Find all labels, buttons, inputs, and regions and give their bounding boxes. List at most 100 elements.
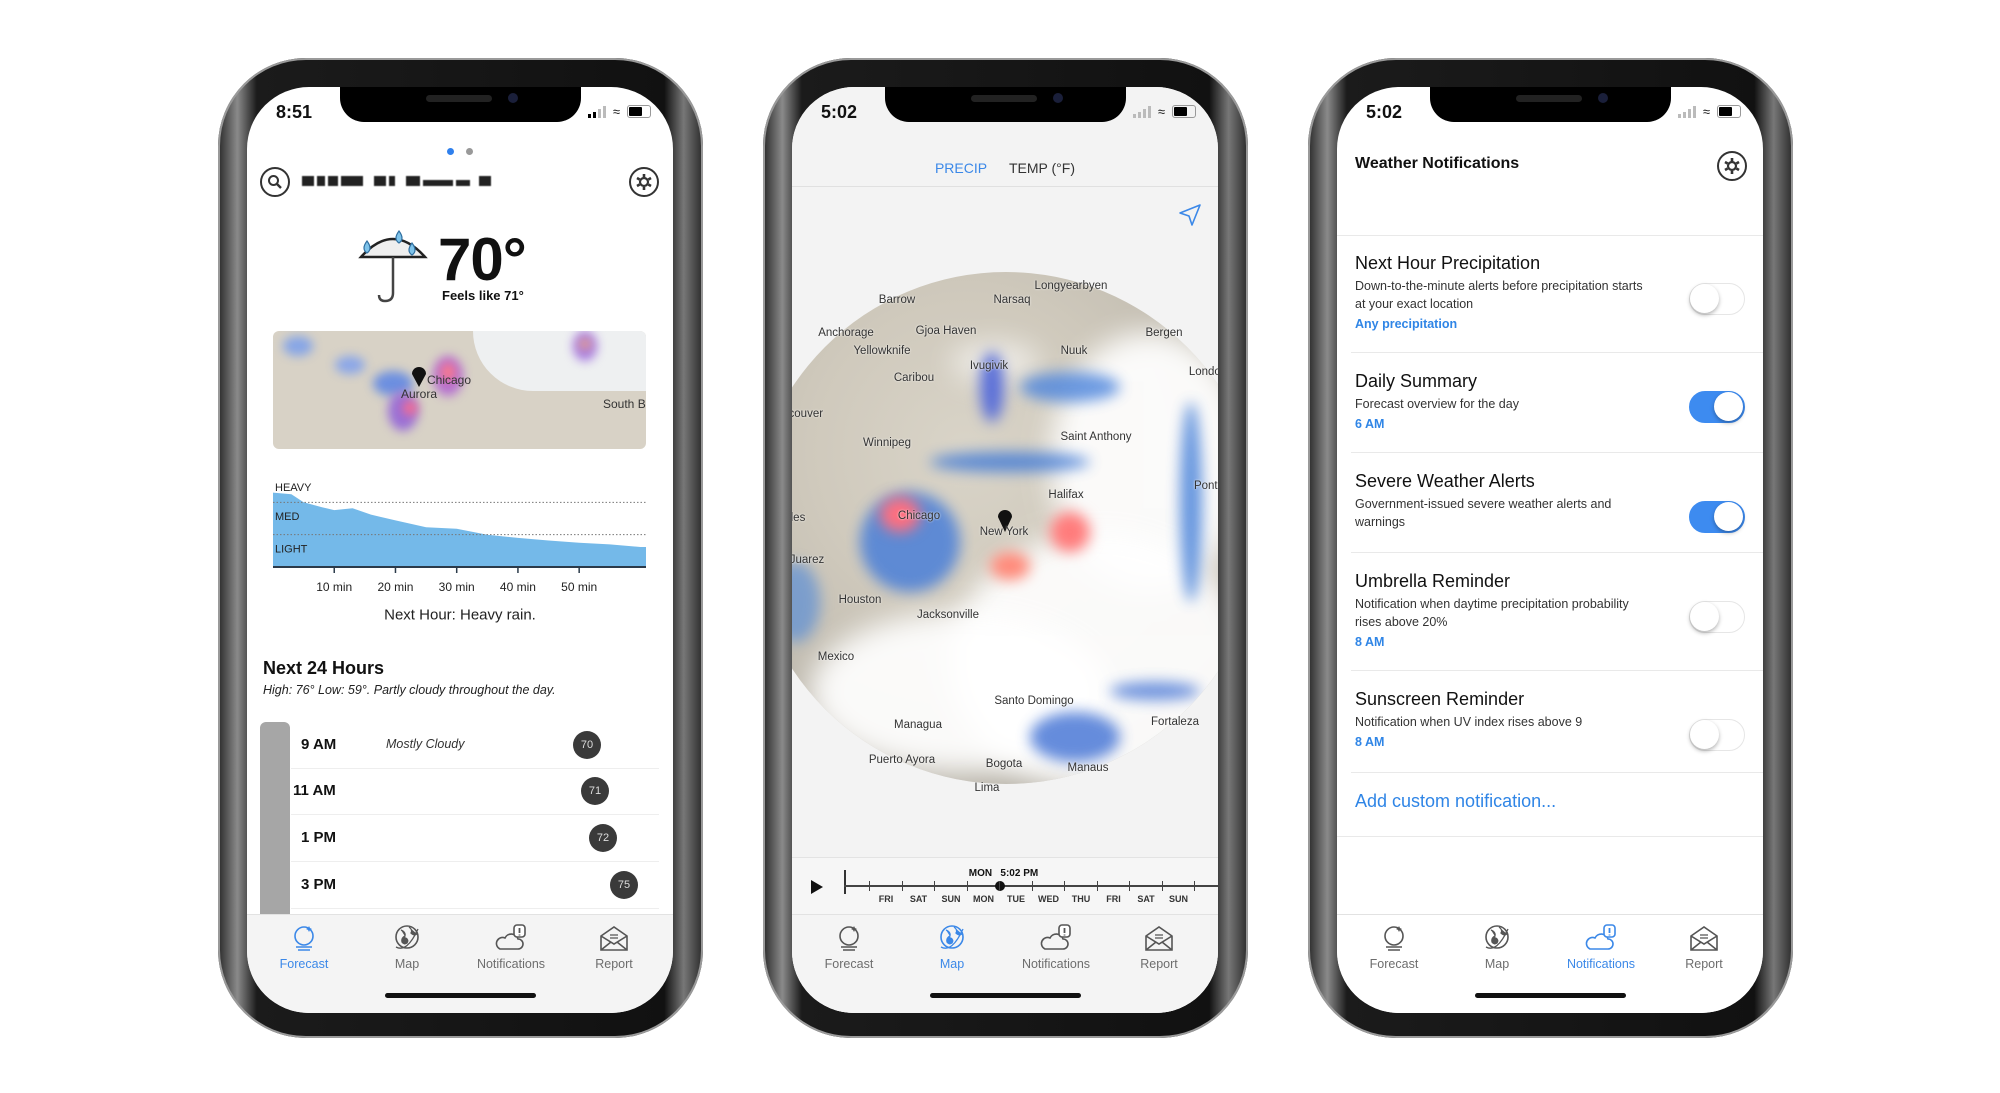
status-time: 5:02 bbox=[1366, 102, 1403, 122]
timeline-current-time: MON 5:02 PM bbox=[968, 868, 1039, 879]
notification-option-link[interactable]: 8 AM bbox=[1355, 635, 1384, 649]
location-title-redacted[interactable] bbox=[302, 173, 491, 189]
notification-description: Down-to-the-minute alerts before precipi… bbox=[1355, 279, 1643, 311]
location-pin-icon bbox=[412, 367, 426, 387]
timeline-day[interactable]: WED bbox=[1038, 894, 1059, 904]
hourly-row[interactable]: 1 PM 72 bbox=[291, 815, 659, 862]
notification-title: Sunscreen Reminder bbox=[1355, 689, 1525, 709]
tab-report[interactable]: Report bbox=[564, 923, 664, 971]
status-icons: ≈ bbox=[1677, 104, 1741, 119]
tab-report[interactable]: Report bbox=[1109, 923, 1209, 971]
hour-temp-badge: 70 bbox=[573, 731, 601, 759]
notification-toggle[interactable] bbox=[1689, 501, 1745, 533]
notification-description: Notification when daytime precipitation … bbox=[1355, 597, 1629, 629]
timeline-tick bbox=[869, 881, 870, 891]
globe-icon bbox=[1447, 923, 1547, 953]
notification-toggle[interactable] bbox=[1689, 391, 1745, 423]
timeline-scrubber[interactable]: MON 5:02 PM FRI SAT SUN MON TUE WED THU FRI SAT S… bbox=[792, 857, 1218, 915]
settings-gear-icon[interactable] bbox=[629, 167, 659, 197]
current-temperature: 70° bbox=[438, 226, 527, 293]
next24-title: Next 24 Hours bbox=[263, 658, 385, 678]
search-icon[interactable] bbox=[260, 167, 290, 197]
tab-label: Map bbox=[939, 957, 965, 971]
notification-title: Umbrella Reminder bbox=[1355, 571, 1511, 591]
timeline-day[interactable]: SUN bbox=[1169, 894, 1188, 904]
tab-forecast[interactable]: Forecast bbox=[254, 923, 354, 971]
home-indicator[interactable] bbox=[385, 993, 536, 998]
hourly-row[interactable]: 3 PM 75 bbox=[291, 862, 659, 909]
timeline-day[interactable]: FRI bbox=[1106, 894, 1121, 904]
tab-forecast[interactable]: Forecast bbox=[1344, 923, 1444, 971]
radar-label: South B bbox=[603, 397, 646, 411]
city-label: Nuuk bbox=[1060, 345, 1088, 357]
tab-map[interactable]: Map bbox=[357, 923, 457, 971]
notification-option-link[interactable]: 6 AM bbox=[1355, 417, 1384, 431]
city-label: Halifax bbox=[1048, 489, 1084, 501]
notification-option-link[interactable]: Any precipitation bbox=[1355, 317, 1457, 331]
city-label: Saint Anthony bbox=[1060, 431, 1132, 443]
divider bbox=[792, 186, 1218, 187]
umbrella-rain-icon bbox=[358, 229, 428, 303]
cloud-cover-bar bbox=[260, 722, 290, 922]
notification-title: Severe Weather Alerts bbox=[1355, 471, 1535, 491]
tab-notifications[interactable]: Notifications bbox=[1551, 923, 1651, 971]
timeline-tick bbox=[901, 881, 903, 891]
play-icon[interactable] bbox=[810, 879, 824, 895]
status-time: 5:02 bbox=[821, 102, 858, 122]
map-screen: 5:02 ≈ PRECIP TEMP (°F) MON 5:02 PM FRI … bbox=[792, 87, 1218, 1013]
location-arrow-icon[interactable] bbox=[1178, 203, 1202, 227]
city-label: Managua bbox=[894, 719, 942, 731]
hour-condition: Mostly Cloudy bbox=[386, 737, 465, 751]
layer-tab-precip[interactable]: PRECIP bbox=[935, 160, 987, 176]
timeline-tick bbox=[1129, 881, 1130, 891]
settings-gear-icon[interactable] bbox=[1717, 151, 1747, 181]
notification-toggle[interactable] bbox=[1689, 601, 1745, 633]
battery-icon bbox=[1172, 105, 1196, 118]
hourly-row[interactable]: 9 AM Mostly Cloudy 70 bbox=[291, 722, 659, 769]
status-icons: ≈ bbox=[587, 104, 651, 119]
timeline-day[interactable]: FRI bbox=[879, 894, 894, 904]
notification-title: Daily Summary bbox=[1355, 371, 1478, 391]
tab-label: Report bbox=[1685, 957, 1723, 971]
tab-notifications[interactable]: Notifications bbox=[1006, 923, 1106, 971]
notification-description: Government-issued severe weather alerts … bbox=[1355, 497, 1612, 529]
phone-notifications: 5:02 ≈ Weather Notifications Add custom … bbox=[1308, 58, 1793, 1038]
notification-toggle[interactable] bbox=[1689, 719, 1745, 751]
notifications-screen: 5:02 ≈ Weather Notifications Add custom … bbox=[1337, 87, 1763, 1013]
tab-label: Notifications bbox=[476, 957, 546, 971]
status-icons: ≈ bbox=[1132, 104, 1196, 119]
home-indicator[interactable] bbox=[930, 993, 1081, 998]
page-dot-active[interactable] bbox=[447, 148, 454, 155]
city-label: Yellowknife bbox=[853, 345, 911, 357]
hour-temp-badge: 75 bbox=[610, 871, 638, 899]
page-dot[interactable] bbox=[466, 148, 473, 155]
layer-tab-temp[interactable]: TEMP (°F) bbox=[1009, 160, 1075, 176]
timeline-day[interactable]: SAT bbox=[1137, 894, 1154, 904]
tab-map[interactable]: Map bbox=[1447, 923, 1547, 971]
city-label: Caribou bbox=[893, 372, 935, 384]
timeline-day[interactable]: SUN bbox=[941, 894, 960, 904]
notification-toggle[interactable] bbox=[1689, 283, 1745, 315]
home-indicator[interactable] bbox=[1475, 993, 1626, 998]
city-label: Narsaq bbox=[993, 294, 1031, 306]
radar-map-thumbnail[interactable]: Chicago Aurora South B bbox=[273, 331, 646, 449]
tab-report[interactable]: Report bbox=[1654, 923, 1754, 971]
timeline-day[interactable]: TUE bbox=[1007, 894, 1025, 904]
add-custom-notification-link[interactable]: Add custom notification... bbox=[1355, 791, 1556, 812]
tab-label: Report bbox=[1140, 957, 1178, 971]
notification-description: Forecast overview for the day bbox=[1355, 397, 1519, 411]
timeline-day[interactable]: THU bbox=[1072, 894, 1091, 904]
radar-label: Aurora bbox=[401, 387, 438, 401]
tab-notifications[interactable]: Notifications bbox=[461, 923, 561, 971]
tab-map[interactable]: Map bbox=[902, 923, 1002, 971]
divider bbox=[1351, 552, 1763, 553]
timeline-thumb[interactable] bbox=[995, 881, 1005, 891]
divider bbox=[1337, 836, 1763, 837]
city-label: Chicago bbox=[897, 510, 941, 522]
timeline-day[interactable]: MON bbox=[973, 894, 994, 904]
timeline-day[interactable]: SAT bbox=[910, 894, 927, 904]
notification-option-link[interactable]: 8 AM bbox=[1355, 735, 1384, 749]
precip-area bbox=[273, 492, 646, 567]
hourly-row[interactable]: 11 AM 71 bbox=[291, 768, 659, 815]
tab-forecast[interactable]: Forecast bbox=[799, 923, 899, 971]
